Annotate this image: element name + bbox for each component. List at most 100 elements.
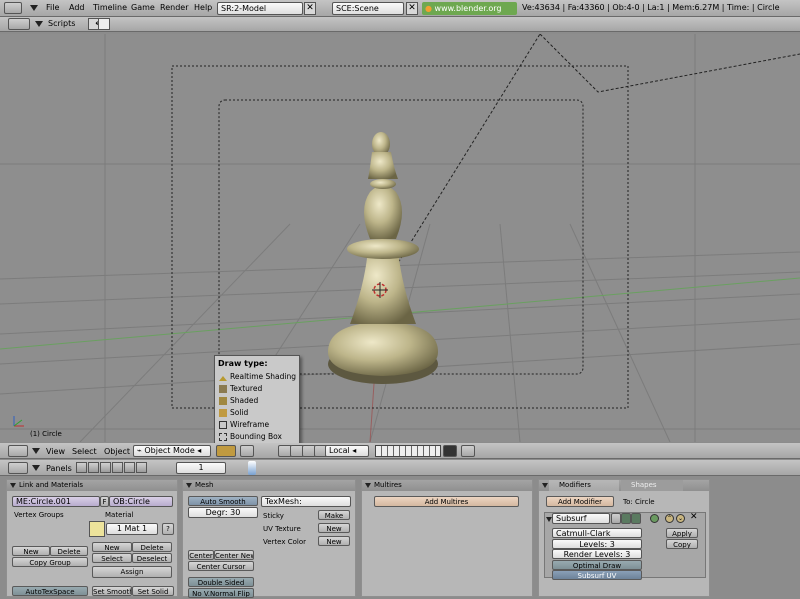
modifier-cage-icon[interactable] xyxy=(650,514,659,523)
collapse-triangle-icon[interactable] xyxy=(30,5,38,11)
degr-field[interactable]: Degr: 30 xyxy=(188,507,258,518)
blank-button[interactable] xyxy=(98,18,110,30)
render-levels-field[interactable]: Render Levels: 3 xyxy=(552,549,642,559)
set-smooth-button[interactable]: Set Smooth xyxy=(92,586,132,596)
sticky-make-button[interactable]: Make xyxy=(318,510,350,520)
draw-type-bounding-box[interactable]: Bounding Box xyxy=(217,431,297,443)
texmesh-field[interactable]: TexMesh: xyxy=(261,496,351,507)
collapse-triangle-icon[interactable] xyxy=(35,21,43,27)
center-cursor-button[interactable]: Center Cursor xyxy=(188,561,254,571)
3d-viewport[interactable]: (1) Circle xyxy=(0,34,800,442)
menu-render[interactable]: Render xyxy=(160,3,188,12)
draw-type-solid[interactable]: Solid xyxy=(217,407,297,419)
chess-bishop-mesh[interactable] xyxy=(328,132,438,384)
draw-type-wireframe[interactable]: Wireframe xyxy=(217,419,297,431)
modifier-name-field[interactable]: Subsurf xyxy=(552,513,610,524)
apply-modifier-button[interactable]: Apply xyxy=(666,528,698,538)
center-button[interactable]: Center xyxy=(188,550,214,560)
draw-type-shaded[interactable]: Shaded xyxy=(217,395,297,407)
material-assign-button[interactable]: Assign xyxy=(92,566,172,578)
material-index-field[interactable]: 1 Mat 1 xyxy=(106,523,158,535)
menu-object[interactable]: Object xyxy=(104,447,130,456)
material-deselect-button[interactable]: Deselect xyxy=(132,553,172,563)
draw-type-textured[interactable]: Textured xyxy=(217,383,297,395)
object-name: OB:Circle xyxy=(113,497,150,506)
uv-texture-new-button[interactable]: New xyxy=(318,523,350,533)
add-modifier-button[interactable]: Add Modifier xyxy=(546,496,614,507)
menu-select[interactable]: Select xyxy=(72,447,97,456)
panel-header[interactable]: Multires xyxy=(362,480,532,491)
panel-collapse-icon xyxy=(10,483,16,488)
levels-field[interactable]: Levels: 3 xyxy=(552,539,642,549)
render-icon[interactable] xyxy=(461,445,475,457)
move-down-icon[interactable]: ⌄ xyxy=(676,514,685,523)
material-color-swatch[interactable] xyxy=(89,521,105,537)
material-delete-button[interactable]: Delete xyxy=(132,542,172,552)
scene-selector[interactable]: SCE:Scene xyxy=(332,2,404,15)
fake-user-button[interactable]: F xyxy=(100,496,109,507)
panels-menu[interactable]: Panels xyxy=(46,464,72,473)
modifier-realtime-toggle-icon[interactable] xyxy=(621,513,631,524)
set-solid-button[interactable]: Set Solid xyxy=(132,586,174,596)
menu-help[interactable]: Help xyxy=(194,3,212,12)
rotation-manipulator-icon[interactable] xyxy=(240,445,254,457)
copy-group-button[interactable]: Copy Group xyxy=(12,557,88,567)
screen-delete-button[interactable]: ✕ xyxy=(304,2,316,15)
bottle-icon xyxy=(248,461,256,475)
auto-smooth-toggle[interactable]: Auto Smooth xyxy=(188,496,258,506)
transform-orientation-select[interactable]: Local ◂ xyxy=(325,445,369,457)
scene-delete-button[interactable]: ✕ xyxy=(406,2,418,15)
mesh-name-field[interactable]: ME:Circle.001 xyxy=(12,496,100,507)
draw-type-realtime-shading[interactable]: Realtime Shading xyxy=(217,371,297,383)
mode-selector[interactable]: ⌁ Object Mode ◂ xyxy=(133,445,211,457)
modifier-editmode-toggle-icon[interactable] xyxy=(631,513,641,524)
object-name-field[interactable]: OB:Circle xyxy=(109,496,173,507)
menu-file[interactable]: File xyxy=(46,3,59,12)
move-up-icon[interactable]: ⌃ xyxy=(665,514,674,523)
draw-type-button[interactable] xyxy=(216,445,236,457)
collapse-triangle-icon[interactable] xyxy=(32,465,40,471)
double-sided-toggle[interactable]: Double Sided xyxy=(188,577,254,587)
scripts-editor-icon[interactable] xyxy=(8,18,30,30)
panel-header[interactable]: Link and Materials xyxy=(7,480,177,491)
autotexspace-button[interactable]: AutoTexSpace xyxy=(12,586,88,596)
material-help-button[interactable]: ? xyxy=(162,523,174,535)
menu-add[interactable]: Add xyxy=(69,3,85,12)
blender-logo-icon: ● xyxy=(425,4,432,13)
subdiv-type-select[interactable]: Catmull-Clark xyxy=(552,528,642,538)
menu-timeline[interactable]: Timeline xyxy=(93,3,127,12)
subsurf-uv-toggle[interactable]: Subsurf UV xyxy=(552,570,642,580)
layer-buttons[interactable] xyxy=(375,445,441,457)
link-materials-panel: Link and Materials ME:Circle.001 F OB:Ci… xyxy=(6,479,178,597)
item-label: Textured xyxy=(230,384,263,393)
add-multires-button[interactable]: Add Multires xyxy=(374,496,519,507)
info-editor-icon[interactable] xyxy=(4,2,22,14)
panel-header[interactable]: Mesh xyxy=(183,480,355,491)
scripts-menu[interactable]: Scripts xyxy=(48,19,75,28)
context-buttons[interactable] xyxy=(76,462,147,473)
draw-type-menu[interactable]: Draw type: Realtime Shading Textured Sha… xyxy=(214,355,300,446)
remove-modifier-icon[interactable]: ✕ xyxy=(690,512,698,522)
buttons-editor-icon[interactable] xyxy=(8,462,28,474)
no-v-normal-flip-toggle[interactable]: No V.Normal Flip xyxy=(188,588,254,598)
view3d-editor-icon[interactable] xyxy=(8,445,28,457)
vgroup-new-button[interactable]: New xyxy=(12,546,50,556)
lock-icon[interactable] xyxy=(443,445,457,457)
screen-selector[interactable]: SR:2-Model xyxy=(217,2,303,15)
website-label[interactable]: ● www.blender.org 244.3 xyxy=(422,2,517,26)
frame-field[interactable]: 1 xyxy=(176,462,226,474)
tab-modifiers[interactable]: Modifiers xyxy=(549,480,619,491)
material-new-button[interactable]: New xyxy=(92,542,132,552)
collapse-triangle-icon[interactable] xyxy=(32,448,40,454)
tab-shapes[interactable]: Shapes xyxy=(621,480,683,491)
mesh-panel: Mesh Auto Smooth Degr: 30 TexMesh: Stick… xyxy=(182,479,356,598)
vertex-color-new-button[interactable]: New xyxy=(318,536,350,546)
copy-modifier-button[interactable]: Copy xyxy=(666,539,698,549)
optimal-draw-toggle[interactable]: Optimal Draw xyxy=(552,560,642,570)
menu-view[interactable]: View xyxy=(46,447,65,456)
vgroup-delete-button[interactable]: Delete xyxy=(50,546,88,556)
modifier-render-toggle-icon[interactable] xyxy=(611,513,621,524)
menu-game[interactable]: Game xyxy=(131,3,155,12)
center-new-button[interactable]: Center New xyxy=(214,550,254,560)
material-select-button[interactable]: Select xyxy=(92,553,132,563)
